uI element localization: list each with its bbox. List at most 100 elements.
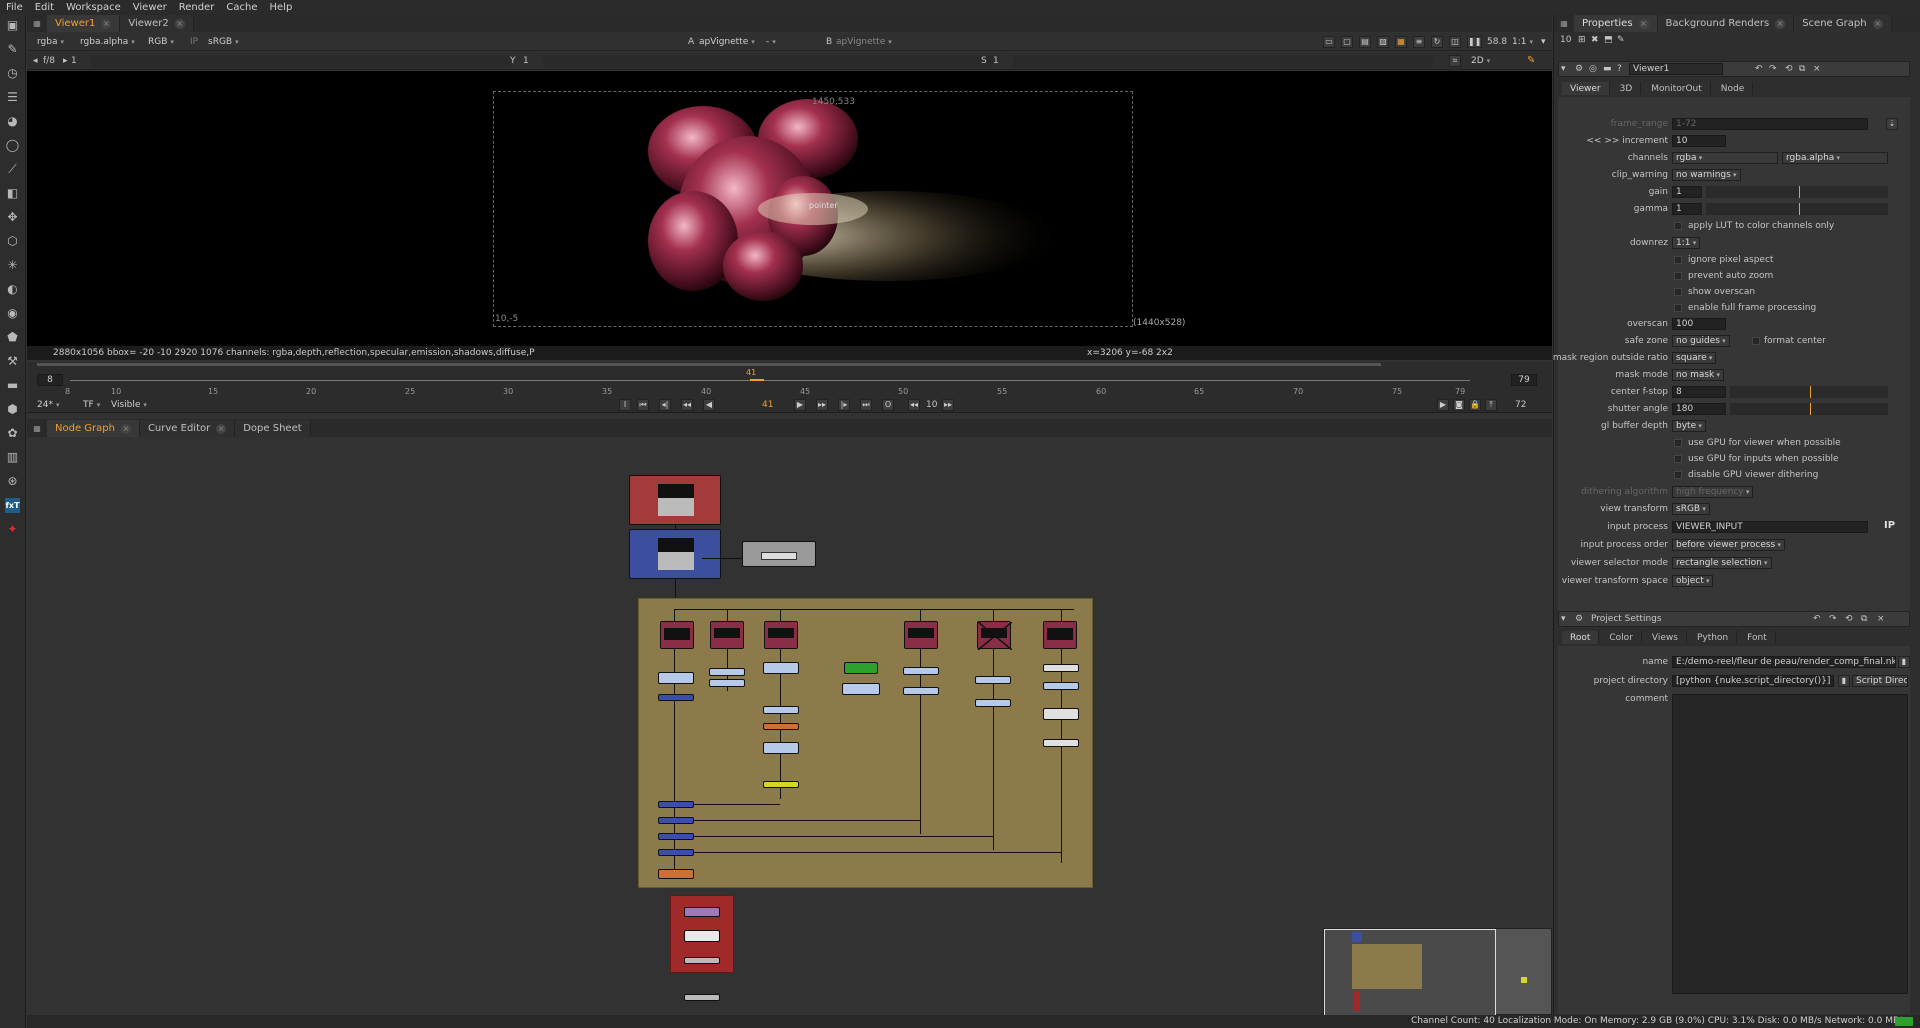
- show-overscan-checkbox[interactable]: [1674, 288, 1682, 296]
- grade-node-11[interactable]: [975, 699, 1011, 707]
- tab-monitorout[interactable]: MonitorOut: [1643, 82, 1711, 95]
- viewer-node-icon[interactable]: ◎: [1589, 64, 1597, 74]
- script-directory-button[interactable]: Script Directory: [1852, 675, 1908, 687]
- pause-icon[interactable]: ❚❚: [1467, 36, 1483, 48]
- current-frame-field[interactable]: 41: [762, 400, 773, 410]
- tab-background-renders[interactable]: Background Renders ×: [1657, 15, 1795, 32]
- read-node-top[interactable]: [629, 475, 721, 525]
- revert-icon[interactable]: ⟲: [1785, 64, 1793, 74]
- input-process-order-combo[interactable]: before viewer process: [1672, 539, 1785, 551]
- center-fstop-slider[interactable]: [1730, 386, 1888, 398]
- lock-panels-icon[interactable]: ⊞: [1578, 35, 1586, 45]
- help-icon[interactable]: ?: [1617, 64, 1622, 74]
- edit-icon[interactable]: ✎: [1617, 35, 1625, 45]
- end-frame-field[interactable]: 72: [1515, 400, 1526, 410]
- merge-node-4[interactable]: [658, 833, 694, 840]
- full-frame-checkbox[interactable]: [1674, 304, 1682, 312]
- lock-icon[interactable]: 🔒: [1469, 399, 1481, 411]
- node-name-field[interactable]: Viewer1: [1629, 63, 1723, 75]
- revert-icon[interactable]: ⟲: [1845, 614, 1853, 624]
- node-graph-minimap[interactable]: [1323, 928, 1552, 1015]
- grade-node-8[interactable]: [903, 667, 939, 675]
- view-transform-combo[interactable]: sRGB: [1672, 503, 1710, 515]
- float-icon[interactable]: ⧉: [1799, 64, 1805, 74]
- next-key-icon[interactable]: |▸: [838, 399, 850, 411]
- next-frame-icon[interactable]: ▸▸: [816, 399, 828, 411]
- project-name-field[interactable]: E:/demo-reel/fleur de peau/render_comp_f…: [1672, 656, 1896, 668]
- keyer-icon[interactable]: ⟋: [5, 162, 20, 177]
- ofx-icon[interactable]: ⊛: [5, 474, 20, 489]
- frame-arrow-icon[interactable]: ▸: [63, 56, 68, 66]
- tab-dope-sheet[interactable]: Dope Sheet: [235, 420, 311, 437]
- collapse-icon[interactable]: ▾: [1561, 614, 1566, 624]
- close-icon[interactable]: ×: [174, 18, 185, 29]
- tab-font[interactable]: Font: [1739, 631, 1776, 644]
- tf-dropdown[interactable]: TF: [83, 400, 100, 410]
- increment-field[interactable]: 10: [1672, 135, 1726, 147]
- grey-node[interactable]: [742, 541, 816, 567]
- white-node-1[interactable]: [1043, 664, 1079, 672]
- skip-forward-icon[interactable]: ▸▸: [942, 399, 954, 411]
- gpu-dither-checkbox[interactable]: [1674, 471, 1682, 479]
- tab-viewer[interactable]: Viewer: [1562, 82, 1610, 95]
- close-icon[interactable]: ×: [1775, 18, 1786, 29]
- menu-render[interactable]: Render: [179, 2, 215, 13]
- menu-edit[interactable]: Edit: [35, 2, 54, 13]
- other-icon[interactable]: ▬: [5, 378, 20, 393]
- deep-icon[interactable]: ◐: [5, 282, 20, 297]
- playback-mode-icon[interactable]: ▶: [1437, 399, 1449, 411]
- menu-file[interactable]: File: [6, 2, 23, 13]
- close-icon[interactable]: ×: [101, 18, 112, 29]
- collapse-icon[interactable]: ▾: [1561, 64, 1566, 74]
- merge-icon[interactable]: ◧: [5, 186, 20, 201]
- frame-range-field[interactable]: 1-72: [1672, 118, 1868, 130]
- fstop-value[interactable]: f/8: [43, 56, 55, 66]
- red-plugin-icon[interactable]: ✦: [5, 522, 20, 537]
- project-directory-field[interactable]: [python {nuke.script_directory()}]: [1672, 675, 1834, 687]
- green-node[interactable]: [844, 662, 878, 674]
- saturation-value[interactable]: 1: [993, 56, 999, 66]
- in-point-icon[interactable]: I: [619, 399, 631, 411]
- grade-node-4[interactable]: [763, 662, 799, 674]
- merge-backdrop-node[interactable]: [629, 529, 721, 579]
- tab-views[interactable]: Views: [1643, 631, 1687, 644]
- prevent-auto-zoom-checkbox[interactable]: [1674, 272, 1682, 280]
- prev-key-icon[interactable]: ◂|: [659, 399, 671, 411]
- menu-workspace[interactable]: Workspace: [66, 2, 121, 13]
- gear-icon[interactable]: ⚙: [1575, 64, 1583, 74]
- close-icon[interactable]: ×: [120, 423, 131, 434]
- transform-icon[interactable]: ✥: [5, 210, 20, 225]
- tab-root[interactable]: Root: [1562, 631, 1600, 644]
- node-color-icon[interactable]: ▬: [1603, 64, 1612, 74]
- grade-node-5[interactable]: [842, 683, 880, 695]
- timeline-start-field[interactable]: 8: [37, 374, 63, 386]
- frame-icon[interactable]: ⌗: [1449, 55, 1461, 67]
- furnace-icon[interactable]: ⬢: [5, 402, 20, 417]
- pane-menu-icon[interactable]: ▦: [27, 15, 47, 32]
- time-icon[interactable]: ◷: [5, 66, 20, 81]
- out-point-icon[interactable]: O: [882, 399, 894, 411]
- float-panel-icon[interactable]: ⬒: [1604, 35, 1613, 45]
- grade-node-3[interactable]: [709, 679, 745, 687]
- redo-icon[interactable]: ↷: [1829, 614, 1837, 624]
- redo-icon[interactable]: ↷: [1769, 64, 1777, 74]
- play-backward-step-icon[interactable]: ◂◂: [681, 399, 693, 411]
- paint-icon[interactable]: ✎: [1527, 55, 1535, 66]
- zoom-ratio-dropdown[interactable]: 1:1: [1512, 37, 1533, 47]
- play-forward-icon[interactable]: ▶: [794, 399, 806, 411]
- lines-icon[interactable]: ≡: [1413, 36, 1425, 48]
- grey-small-node[interactable]: [684, 957, 720, 964]
- undo-icon[interactable]: ↶: [1813, 614, 1821, 624]
- timeline[interactable]: 8 79 8 10 15 20 25 30 35 40 45 50 55 60 …: [27, 362, 1552, 398]
- grade-node-9[interactable]: [903, 687, 939, 695]
- more-icon[interactable]: ▾: [1541, 37, 1546, 47]
- tab-node[interactable]: Node: [1712, 82, 1754, 95]
- gamma-slider[interactable]: [543, 55, 993, 67]
- close-icon[interactable]: ×: [216, 423, 227, 434]
- orange-node[interactable]: [763, 723, 799, 730]
- read-node-6[interactable]: [1043, 621, 1077, 649]
- white-node-3[interactable]: [1043, 739, 1079, 747]
- playhead[interactable]: 41: [746, 368, 768, 382]
- white-node-2[interactable]: [1043, 708, 1079, 720]
- flipbook-icon[interactable]: ⤒: [1485, 399, 1497, 411]
